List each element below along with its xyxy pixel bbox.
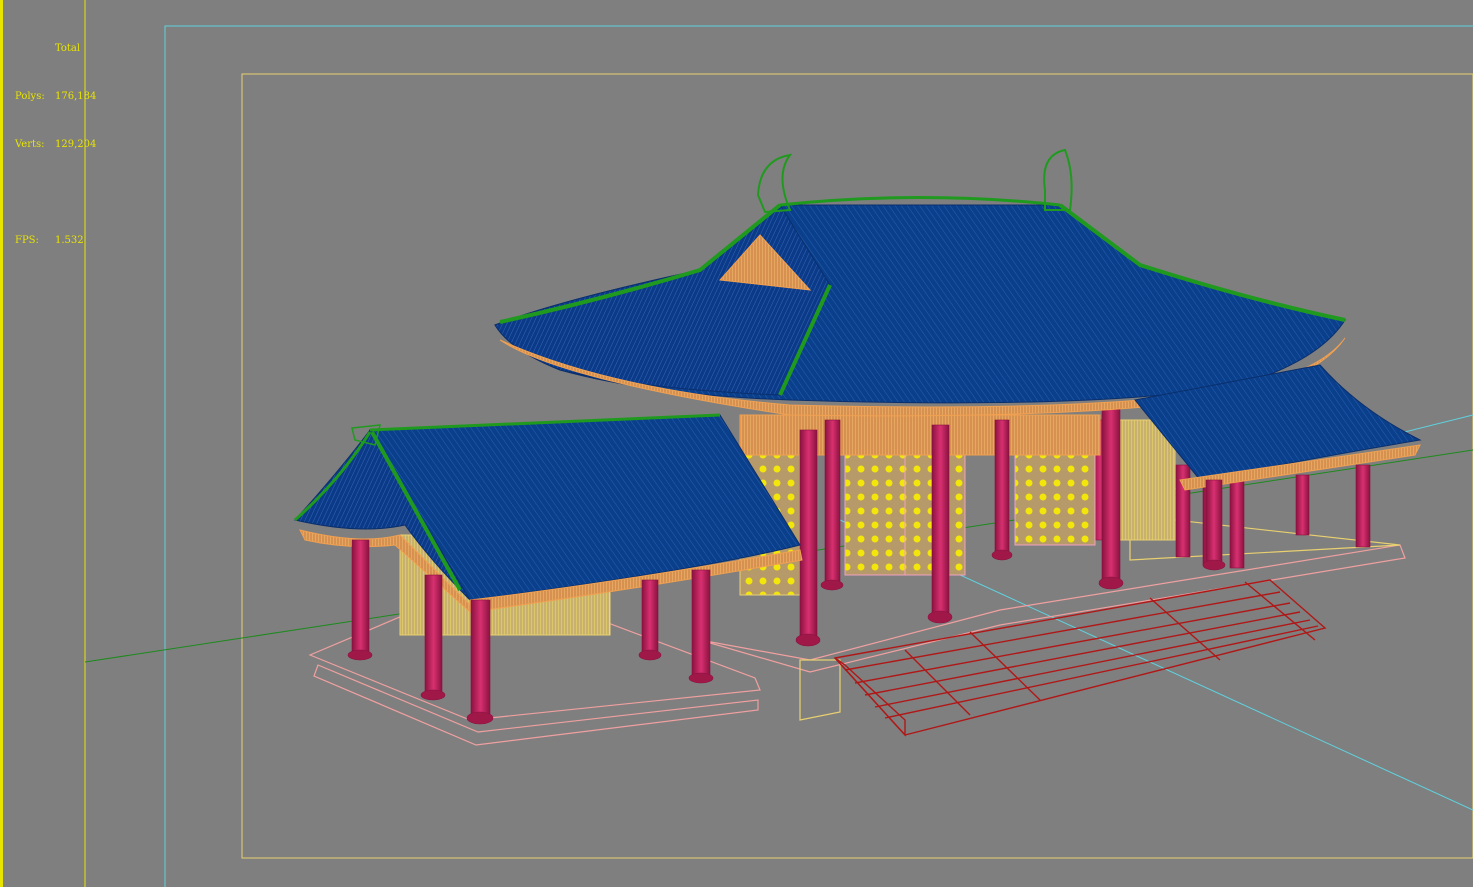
front-stairs <box>833 579 1327 737</box>
right-wing-columns <box>1202 479 1226 571</box>
stats-polys-label: Polys: <box>15 91 45 102</box>
wireframe-scene[interactable] <box>0 0 1473 887</box>
stats-total-label: Total <box>55 43 81 54</box>
stats-verts-label: Verts: <box>15 139 45 150</box>
stats-verts-value: 129,204 <box>55 139 97 150</box>
stats-fps-value: 1.532 <box>55 235 84 246</box>
stats-polys-row: Polys: 176,184 <box>15 89 96 105</box>
stats-spacer <box>15 185 96 201</box>
left-wing <box>294 413 803 636</box>
perspective-viewport[interactable]: Total Polys: 176,184 Verts: 129,204 FPS: 1.… <box>0 0 1473 887</box>
stats-verts-row: Verts: 129,204 <box>15 137 96 153</box>
stats-polys-value: 176,184 <box>55 91 97 102</box>
viewport-statistics: Total Polys: 176,184 Verts: 129,204 FPS: 1.… <box>15 9 96 281</box>
main-roof <box>494 148 1346 417</box>
stats-fps-label: FPS: <box>15 235 39 246</box>
stats-fps-row: FPS: 1.532 <box>15 233 96 249</box>
